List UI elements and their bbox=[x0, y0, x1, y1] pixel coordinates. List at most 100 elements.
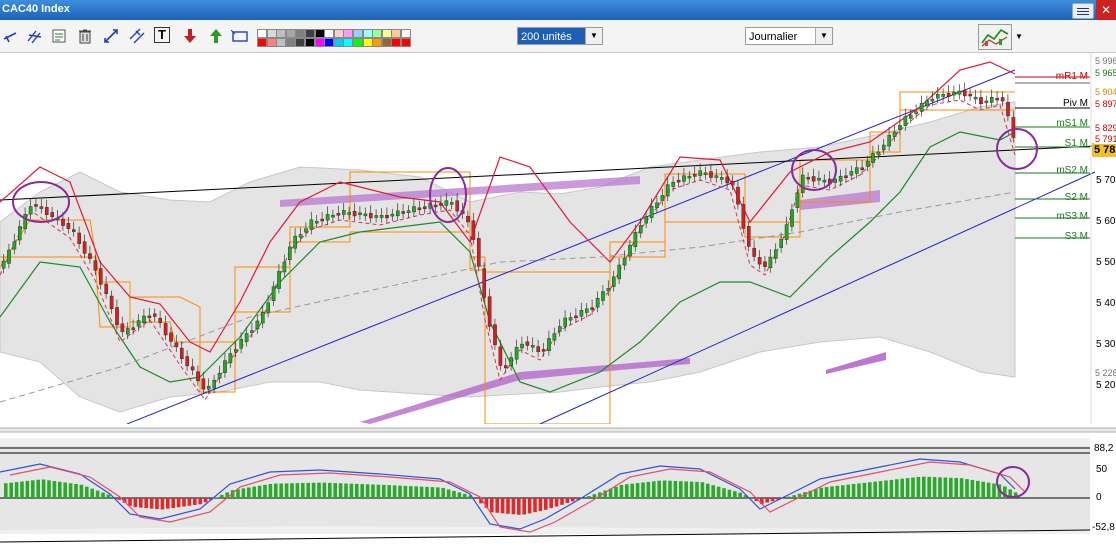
chart-type-button[interactable] bbox=[978, 24, 1012, 50]
histogram-bar-negative bbox=[544, 498, 548, 510]
chevron-down-icon[interactable]: ▼ bbox=[1012, 24, 1026, 50]
down-candle bbox=[433, 204, 438, 208]
trash-icon[interactable] bbox=[76, 27, 94, 45]
histogram-bar-positive bbox=[668, 480, 672, 498]
color-swatch[interactable] bbox=[333, 38, 344, 47]
color-swatch[interactable] bbox=[305, 38, 315, 47]
down-candle bbox=[131, 327, 136, 330]
histogram-bar-positive bbox=[927, 476, 931, 498]
color-swatch[interactable] bbox=[391, 29, 402, 38]
histogram-bar-positive bbox=[344, 483, 348, 498]
color-swatch[interactable] bbox=[362, 29, 373, 38]
color-swatch[interactable] bbox=[276, 29, 287, 38]
color-swatch[interactable] bbox=[285, 38, 296, 47]
histogram-bar-positive bbox=[284, 483, 289, 498]
y-axis-label: 5 60 bbox=[1096, 216, 1116, 227]
color-swatch[interactable] bbox=[391, 38, 402, 47]
histogram-bar-positive bbox=[95, 490, 100, 498]
color-swatch[interactable] bbox=[266, 29, 277, 38]
color-swatch[interactable] bbox=[314, 29, 325, 38]
color-palette[interactable] bbox=[257, 29, 413, 47]
price-chart[interactable] bbox=[0, 52, 1116, 424]
cloud-band bbox=[826, 352, 886, 374]
rectangle-tool-icon[interactable] bbox=[230, 27, 248, 45]
color-swatch[interactable] bbox=[324, 38, 335, 47]
histogram-bar-negative bbox=[133, 498, 138, 508]
histogram-bar-positive bbox=[652, 481, 656, 498]
histogram-bar-positive bbox=[36, 479, 40, 498]
price-tag: 5 965 bbox=[1094, 68, 1116, 78]
histogram-bar-positive bbox=[916, 476, 921, 498]
color-swatch[interactable] bbox=[266, 38, 277, 47]
color-swatch[interactable] bbox=[381, 29, 392, 38]
down-candle bbox=[525, 341, 530, 346]
histogram-bar-positive bbox=[976, 480, 980, 498]
down-candle bbox=[98, 268, 103, 285]
histogram-bar-positive bbox=[322, 482, 327, 498]
period-select[interactable]: Journalier ▼ bbox=[745, 27, 833, 45]
menu-icon[interactable] bbox=[1072, 3, 1094, 19]
histogram-bar-negative bbox=[149, 498, 154, 509]
histogram-bar-positive bbox=[830, 486, 834, 498]
down-candle bbox=[725, 176, 729, 184]
color-swatch[interactable] bbox=[285, 29, 296, 38]
down-candle bbox=[82, 241, 87, 254]
down-candle bbox=[736, 186, 740, 205]
histogram-bar-positive bbox=[900, 478, 904, 498]
up-candle bbox=[325, 214, 330, 221]
color-swatch[interactable] bbox=[362, 38, 373, 47]
histogram-bar-positive bbox=[436, 487, 440, 498]
up-candle bbox=[838, 175, 843, 182]
multi-line-icon[interactable] bbox=[26, 27, 44, 45]
color-swatch[interactable] bbox=[343, 29, 354, 38]
color-swatch[interactable] bbox=[314, 38, 325, 47]
color-swatch[interactable] bbox=[257, 29, 267, 38]
scale-arrows-icon[interactable] bbox=[102, 27, 120, 45]
histogram-bar-positive bbox=[295, 483, 300, 498]
close-button[interactable]: ✕ bbox=[1096, 0, 1116, 20]
color-swatch[interactable] bbox=[353, 29, 363, 38]
color-swatch[interactable] bbox=[353, 38, 363, 47]
histogram-bar-positive bbox=[4, 483, 8, 498]
histogram-bar-positive bbox=[14, 482, 19, 498]
histogram-bar-negative bbox=[182, 498, 186, 507]
color-swatch[interactable] bbox=[324, 29, 335, 38]
report-icon[interactable] bbox=[50, 27, 68, 45]
macd-oscillator[interactable] bbox=[0, 434, 1116, 546]
down-candle bbox=[423, 206, 427, 209]
buy-arrow-icon[interactable] bbox=[207, 27, 225, 45]
panel-divider[interactable] bbox=[0, 424, 1116, 434]
color-swatch[interactable] bbox=[257, 38, 267, 47]
color-swatch[interactable] bbox=[401, 38, 411, 47]
up-candle bbox=[871, 153, 875, 163]
histogram-bar-positive bbox=[398, 485, 402, 498]
color-swatch[interactable] bbox=[372, 29, 383, 38]
color-swatch[interactable] bbox=[295, 29, 306, 38]
color-swatch[interactable] bbox=[372, 38, 383, 47]
color-swatch[interactable] bbox=[295, 38, 306, 47]
histogram-bar-positive bbox=[68, 483, 73, 498]
units-select[interactable]: 200 unités ▼ bbox=[517, 27, 603, 45]
color-swatch[interactable] bbox=[401, 29, 411, 38]
sell-arrow-icon[interactable] bbox=[181, 27, 199, 45]
up-candle bbox=[342, 210, 346, 215]
chevron-down-icon: ▼ bbox=[815, 28, 832, 44]
down-candle bbox=[757, 257, 762, 265]
color-swatch[interactable] bbox=[333, 29, 344, 38]
histogram-bar-positive bbox=[819, 487, 823, 498]
color-swatch[interactable] bbox=[343, 38, 354, 47]
cursor-icon[interactable] bbox=[2, 27, 20, 45]
parallel-lines-icon[interactable] bbox=[128, 27, 146, 45]
up-candle bbox=[628, 244, 632, 257]
color-swatch[interactable] bbox=[305, 29, 315, 38]
color-swatch[interactable] bbox=[381, 38, 392, 47]
color-swatch[interactable] bbox=[276, 38, 287, 47]
up-candle bbox=[779, 238, 783, 248]
down-candle bbox=[352, 210, 357, 217]
osc-axis-label: 50 bbox=[1096, 464, 1108, 475]
histogram-bar-positive bbox=[868, 482, 872, 498]
up-candle bbox=[898, 125, 902, 130]
osc-band bbox=[0, 446, 1090, 530]
histogram-bar-positive bbox=[274, 483, 278, 498]
text-tool-icon[interactable]: T bbox=[154, 27, 170, 43]
